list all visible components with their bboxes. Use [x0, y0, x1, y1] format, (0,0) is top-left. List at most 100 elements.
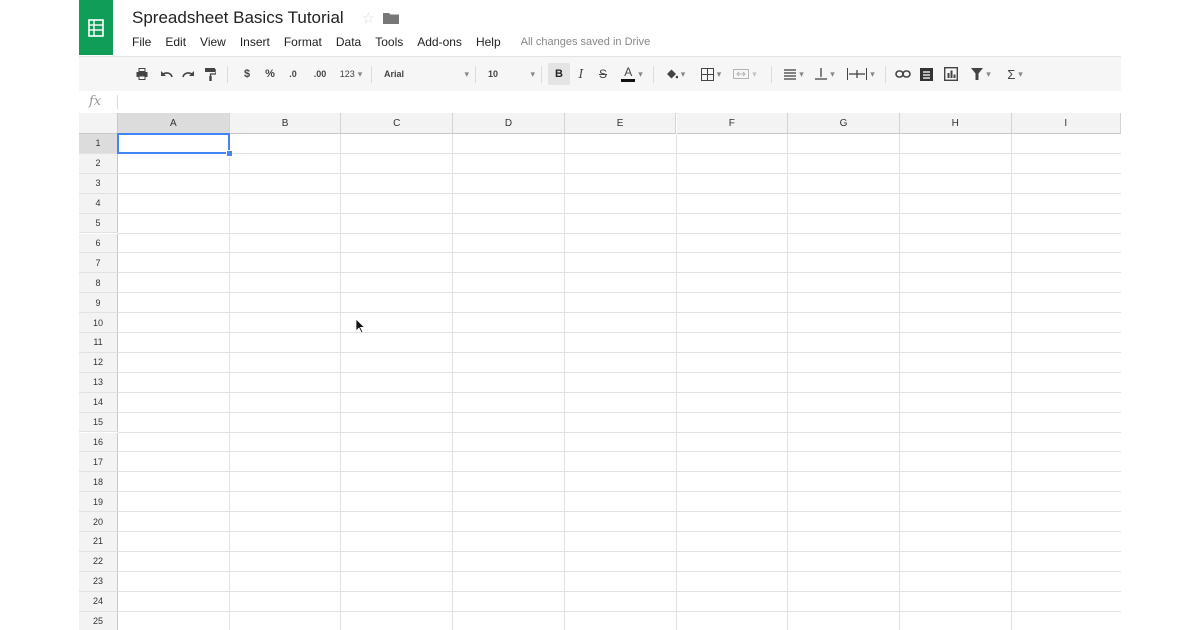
italic-button[interactable]: I: [575, 57, 587, 91]
row-header-8[interactable]: 8: [79, 273, 118, 294]
row-header-9[interactable]: 9: [79, 293, 118, 314]
row-header-13[interactable]: 13: [79, 372, 118, 393]
row-header-12[interactable]: 12: [79, 352, 118, 373]
row-header-10[interactable]: 10: [79, 313, 118, 333]
row-header-17[interactable]: 17: [79, 452, 118, 473]
toolbar: $ % .0 .00 123 ▾ Arial ▾ 10 ▾ B I S A ▾ ▾ ▾ …: [79, 56, 1121, 92]
percent-format-button[interactable]: %: [264, 57, 276, 91]
currency-format-button[interactable]: $: [242, 57, 252, 91]
formula-input[interactable]: [123, 94, 1113, 110]
row-gridline: [118, 590, 1121, 592]
column-header-f[interactable]: F: [676, 113, 789, 134]
column-header-b[interactable]: B: [229, 113, 342, 134]
column-header-e[interactable]: E: [564, 113, 677, 134]
font-family-select[interactable]: Arial ▾: [381, 57, 469, 91]
column-gridline: [787, 134, 789, 630]
menu-view[interactable]: View: [200, 35, 226, 49]
menu-file[interactable]: File: [132, 35, 151, 49]
chevron-down-icon: ▾: [716, 68, 722, 79]
row-gridline: [118, 451, 1121, 453]
row-gridline: [118, 172, 1121, 174]
menu-insert[interactable]: Insert: [240, 35, 270, 49]
comment-icon[interactable]: [918, 57, 934, 91]
row-header-20[interactable]: 20: [79, 512, 118, 532]
font-size-select[interactable]: 10 ▾: [485, 57, 535, 91]
row-gridline: [118, 371, 1121, 373]
column-gridline: [228, 134, 230, 630]
redo-icon[interactable]: [181, 57, 195, 91]
functions-button[interactable]: Σ ▾: [1002, 57, 1028, 91]
font-size-value: 10: [488, 69, 499, 79]
row-header-18[interactable]: 18: [79, 472, 118, 493]
sheets-logo-icon[interactable]: [79, 0, 113, 55]
decrease-decimal-button[interactable]: .0: [285, 57, 301, 91]
column-header-c[interactable]: C: [341, 113, 454, 134]
font-family-value: Arial: [384, 69, 405, 79]
row-header-14[interactable]: 14: [79, 392, 118, 413]
undo-icon[interactable]: [159, 57, 173, 91]
column-header-a[interactable]: A: [118, 113, 230, 134]
row-header-15[interactable]: 15: [79, 412, 118, 433]
row-gridline: [118, 232, 1121, 234]
row-header-25[interactable]: 25: [79, 611, 118, 630]
text-wrap-icon[interactable]: ▾: [843, 57, 879, 91]
merge-cells-icon[interactable]: ▾: [731, 57, 759, 91]
column-header-d[interactable]: D: [453, 113, 565, 134]
column-header-h[interactable]: H: [899, 113, 1012, 134]
text-color-button[interactable]: A ▾: [619, 57, 645, 91]
menu-format[interactable]: Format: [284, 35, 322, 49]
selected-cell[interactable]: [117, 133, 230, 154]
vertical-align-icon[interactable]: ▾: [813, 57, 837, 91]
row-gridline: [118, 192, 1121, 194]
row-header-16[interactable]: 16: [79, 432, 118, 453]
row-header-3[interactable]: 3: [79, 173, 118, 194]
row-header-2[interactable]: 2: [79, 153, 118, 174]
select-all-corner[interactable]: [79, 113, 118, 134]
menu-tools[interactable]: Tools: [375, 35, 403, 49]
row-header-4[interactable]: 4: [79, 193, 118, 214]
chart-icon[interactable]: [942, 57, 960, 91]
row-gridline: [118, 570, 1121, 572]
horizontal-align-icon[interactable]: ▾: [782, 57, 806, 91]
row-header-24[interactable]: 24: [79, 591, 118, 612]
document-title[interactable]: Spreadsheet Basics Tutorial: [132, 8, 344, 28]
row-gridline: [118, 531, 1121, 532]
text-color-label: A: [621, 66, 636, 82]
row-header-11[interactable]: 11: [79, 333, 118, 353]
row-gridline: [118, 292, 1121, 294]
more-formats-button[interactable]: 123 ▾: [337, 57, 365, 91]
column-header-g[interactable]: G: [788, 113, 900, 134]
fill-color-icon[interactable]: ▾: [664, 57, 686, 91]
star-icon[interactable]: ☆: [362, 9, 375, 27]
row-header-1[interactable]: 1: [79, 134, 118, 154]
menu-addons[interactable]: Add-ons: [417, 35, 462, 49]
borders-icon[interactable]: ▾: [699, 57, 723, 91]
fill-handle[interactable]: [225, 149, 233, 157]
menu-data[interactable]: Data: [336, 35, 361, 49]
strikethrough-button[interactable]: S: [597, 57, 609, 91]
row-header-6[interactable]: 6: [79, 233, 118, 254]
bold-button[interactable]: B: [548, 63, 570, 85]
mouse-pointer-icon: [355, 318, 366, 339]
menu-help[interactable]: Help: [476, 35, 501, 49]
row-header-19[interactable]: 19: [79, 492, 118, 513]
row-header-7[interactable]: 7: [79, 253, 118, 274]
filter-icon[interactable]: ▾: [968, 57, 994, 91]
row-gridline: [118, 312, 1121, 314]
increase-decimal-button[interactable]: .00: [310, 57, 330, 91]
spreadsheet-grid[interactable]: A B C D E F G H I 1 2 3 4 5 6 7 8 9 10 11 12 13 14 15 16 17 18 19 20…: [79, 113, 1121, 630]
folder-icon[interactable]: [383, 12, 400, 24]
print-icon[interactable]: [135, 57, 149, 91]
row-gridline: [118, 431, 1121, 433]
paint-format-icon[interactable]: [203, 57, 217, 91]
row-gridline: [118, 272, 1121, 274]
row-header-23[interactable]: 23: [79, 571, 118, 592]
row-header-5[interactable]: 5: [79, 213, 118, 234]
link-icon[interactable]: [894, 57, 912, 91]
sheets-app: Spreadsheet Basics Tutorial ☆ File Edit …: [0, 0, 1200, 630]
row-header-21[interactable]: 21: [79, 532, 118, 552]
row-header-22[interactable]: 22: [79, 551, 118, 572]
column-header-i[interactable]: I: [1011, 113, 1121, 134]
save-status[interactable]: All changes saved in Drive: [521, 36, 651, 48]
menu-edit[interactable]: Edit: [165, 35, 186, 49]
